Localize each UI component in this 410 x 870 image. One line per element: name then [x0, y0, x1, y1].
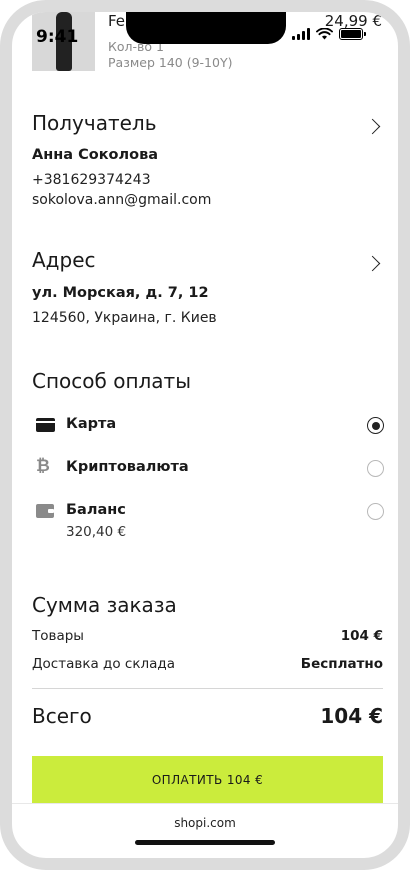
payment-title: Способ оплаты [32, 369, 191, 393]
delivery-value: Бесплатно [300, 656, 383, 672]
goods-label: Товары [32, 628, 84, 644]
summary-title: Сумма заказа [32, 593, 177, 617]
address-street: ул. Морская, д. 7, 12 [32, 285, 209, 301]
total-label: Всего [32, 704, 92, 728]
payment-option-label: Криптовалюта [66, 459, 189, 475]
wifi-icon [316, 28, 333, 40]
notch [126, 12, 286, 44]
battery-icon [339, 28, 366, 40]
footer: shopi.com [12, 803, 398, 858]
product-name: Fe [108, 12, 126, 30]
payment-option-card[interactable]: Карта [32, 414, 384, 438]
goods-value: 104 € [340, 628, 383, 644]
delivery-label: Доставка до склада [32, 656, 176, 672]
recipient-phone: +381629374243 [32, 172, 151, 188]
product-size: Размер 140 (9-10Y) [108, 55, 233, 70]
address-chevron-icon[interactable] [364, 255, 381, 272]
footer-domain[interactable]: shopi.com [12, 816, 398, 830]
address-title[interactable]: Адрес [32, 248, 96, 272]
pay-button[interactable]: ОПЛАТИТЬ 104 € [32, 756, 383, 803]
bitcoin-icon: ₿ [36, 456, 50, 476]
recipient-title[interactable]: Получатель [32, 111, 157, 135]
recipient-email: sokolova.ann@gmail.com [32, 192, 212, 208]
home-indicator[interactable] [135, 840, 275, 845]
summary-divider [32, 688, 383, 689]
radio-crypto[interactable] [367, 460, 384, 477]
radio-balance[interactable] [367, 503, 384, 520]
radio-card[interactable] [367, 417, 384, 434]
payment-option-balance[interactable]: Баланс [32, 500, 384, 524]
payment-option-label: Карта [66, 416, 117, 432]
status-time: 9:41 [36, 27, 79, 47]
balance-amount: 320,40 € [66, 524, 127, 540]
wallet-icon [36, 504, 54, 518]
recipient-chevron-icon[interactable] [364, 118, 381, 135]
cellular-signal-icon [292, 28, 310, 40]
status-icons [292, 28, 366, 40]
credit-card-icon [36, 418, 55, 432]
total-value: 104 € [320, 704, 383, 728]
payment-option-crypto[interactable]: ₿ Криптовалюта [32, 457, 384, 481]
address-city: 124560, Украина, г. Киев [32, 310, 217, 326]
checkout-screen: Fe 24,99 € Кол-во 1 Размер 140 (9-10Y) П… [12, 12, 398, 858]
recipient-name: Анна Соколова [32, 147, 159, 163]
payment-option-label: Баланс [66, 502, 126, 518]
